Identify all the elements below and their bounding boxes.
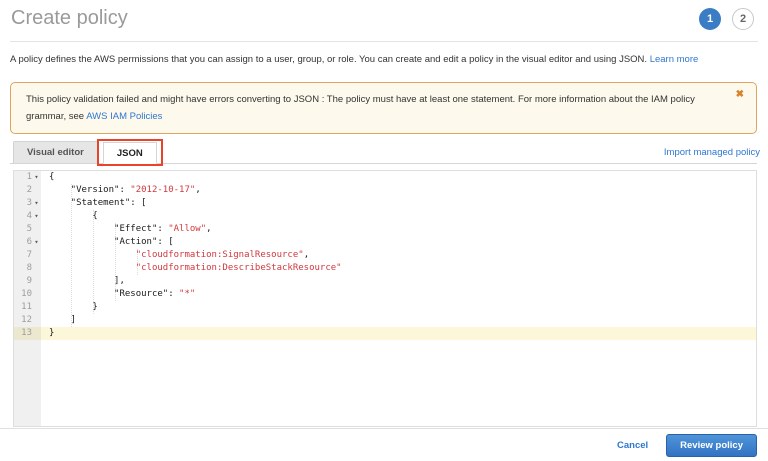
gutter-line-number: 12 [14,314,41,327]
json-plain-token: } [49,328,54,338]
json-plain-token: , [304,250,309,260]
editor-gutter: 1▾23▾4▾56▾78910111213 [14,171,41,426]
gutter-line-number: 11 [14,301,41,314]
aws-iam-policies-link[interactable]: AWS IAM Policies [86,111,162,122]
json-plain-token: { [49,211,98,221]
intro-text: A policy defines the AWS permissions tha… [10,53,758,66]
line-number: 2 [27,184,32,197]
gutter-line-number: 6▾ [14,236,41,249]
json-plain-token: "Statement": [ [49,198,147,208]
code-line[interactable]: ], [41,275,756,288]
json-editor[interactable]: 1▾23▾4▾56▾78910111213 { "Version": "2012… [13,170,757,427]
line-number: 7 [27,249,32,262]
gutter-line-number: 13 [14,327,41,340]
gutter-line-number: 9 [14,275,41,288]
tab-json[interactable]: JSON [103,142,157,164]
step-indicator: 1 2 [699,8,754,30]
json-string-value: "Allow" [168,224,206,234]
code-line[interactable]: ] [41,314,756,327]
line-number: 8 [27,262,32,275]
json-plain-token: ] [49,315,76,325]
gutter-line-number: 2 [14,184,41,197]
line-number: 11 [21,301,32,314]
editor-code-area[interactable]: { "Version": "2012-10-17", "Statement": … [41,171,756,426]
fold-toggle-icon[interactable]: ▾ [32,236,41,249]
create-policy-page: Create policy 1 2 A policy defines the A… [0,0,768,461]
json-plain-token [49,250,136,260]
line-number: 5 [27,223,32,236]
gutter-line-number: 7 [14,249,41,262]
gutter-line-number: 4▾ [14,210,41,223]
learn-more-link[interactable]: Learn more [650,54,699,65]
line-number: 9 [27,275,32,288]
fold-toggle-icon[interactable]: ▾ [32,210,41,223]
json-plain-token: , [206,224,211,234]
json-plain-token: "Resource": [49,289,179,299]
line-number: 12 [21,314,32,327]
json-string-value: "*" [179,289,195,299]
cancel-button[interactable]: Cancel [617,440,648,451]
json-plain-token: "Effect": [49,224,168,234]
line-number: 10 [21,288,32,301]
import-managed-policy-link[interactable]: Import managed policy [664,147,760,158]
line-number: 13 [21,327,32,340]
gutter-line-number: 10 [14,288,41,301]
code-line[interactable]: "Statement": [ [41,197,756,210]
json-string-value: "2012-10-17" [130,185,195,195]
fold-toggle-icon[interactable]: ▾ [32,197,41,210]
json-plain-token [49,263,136,273]
json-plain-token: { [49,172,54,182]
validation-error-banner: This policy validation failed and might … [10,82,757,134]
code-line[interactable]: "Effect": "Allow", [41,223,756,236]
code-line[interactable]: "cloudformation:SignalResource", [41,249,756,262]
code-line[interactable]: "Action": [ [41,236,756,249]
footer-actions: Cancel Review policy [0,429,757,461]
gutter-line-number: 1▾ [14,171,41,184]
close-icon[interactable]: ✖ [736,89,744,101]
page-title: Create policy [11,7,128,30]
code-line[interactable]: "Version": "2012-10-17", [41,184,756,197]
step-2-indicator: 2 [732,8,754,30]
json-string-value: "cloudformation:SignalResource" [136,250,304,260]
json-string-value: "cloudformation:DescribeStackResource" [136,263,342,273]
gutter-line-number: 8 [14,262,41,275]
json-plain-token: "Version": [49,185,130,195]
code-line[interactable]: } [41,327,756,340]
json-plain-token: "Action": [ [49,237,174,247]
code-line[interactable]: { [41,210,756,223]
json-plain-token: ], [49,276,125,286]
gutter-line-number: 5 [14,223,41,236]
header-divider [10,41,758,42]
editor-tabs: Visual editor JSON [10,141,757,164]
code-line[interactable]: "cloudformation:DescribeStackResource" [41,262,756,275]
tab-json-wrap: JSON [103,142,157,163]
fold-toggle-icon[interactable]: ▾ [32,171,41,184]
tab-visual-editor[interactable]: Visual editor [13,141,98,163]
review-policy-button[interactable]: Review policy [666,434,757,457]
code-line[interactable]: { [41,171,756,184]
step-1-indicator: 1 [699,8,721,30]
intro-description: A policy defines the AWS permissions tha… [10,54,650,65]
code-line[interactable]: } [41,301,756,314]
gutter-line-number: 3▾ [14,197,41,210]
code-line[interactable]: "Resource": "*" [41,288,756,301]
json-plain-token: } [49,302,98,312]
json-plain-token: , [195,185,200,195]
